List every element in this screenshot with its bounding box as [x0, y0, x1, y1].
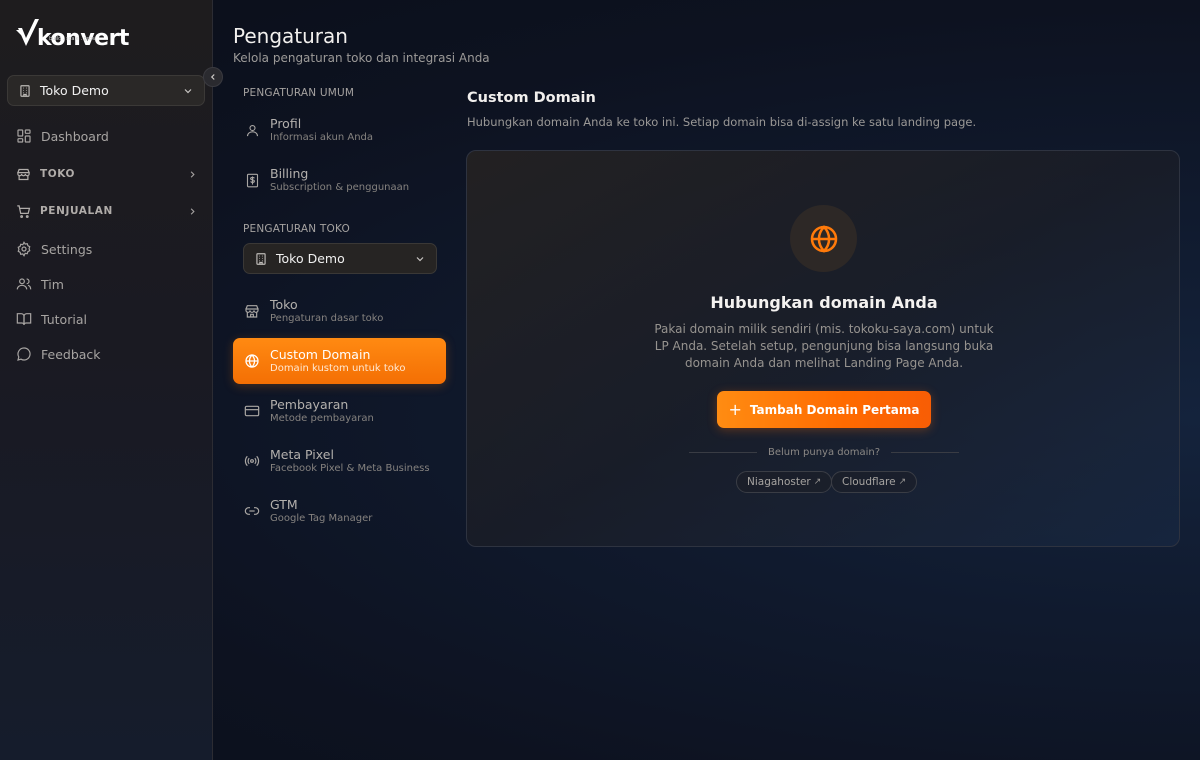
settings-item-title: Pembayaran — [270, 396, 349, 412]
building-icon — [254, 252, 268, 266]
add-first-domain-button[interactable]: + Tambah Domain Pertama — [717, 391, 931, 428]
section-title: Custom Domain — [467, 90, 596, 106]
provider-label: Niagahoster — [747, 476, 811, 488]
empty-state-title: Hubungkan domain Anda — [710, 293, 938, 312]
sidebar: konvert build . scale . grow Toko Demo D… — [0, 0, 213, 760]
sidebar-item-label: Dashboard — [41, 128, 109, 144]
globe-icon — [243, 353, 261, 369]
credit-card-icon — [243, 403, 261, 419]
user-icon — [243, 123, 261, 138]
settings-item-gtm[interactable]: GTM Google Tag Manager — [233, 488, 446, 534]
chevron-right-icon — [187, 206, 198, 217]
sidebar-collapse-button[interactable] — [203, 67, 223, 87]
link-icon — [243, 503, 261, 519]
settings-item-desc: Informasi akun Anda — [270, 131, 374, 143]
sidebar-item-dashboard[interactable]: Dashboard — [16, 126, 198, 146]
book-icon — [16, 311, 32, 327]
page-subtitle: Kelola pengaturan toko dan integrasi And… — [233, 51, 490, 65]
billing-icon — [243, 173, 261, 188]
settings-item-desc: Domain kustom untuk toko — [270, 362, 406, 374]
settings-item-title: Profil — [270, 115, 302, 131]
plus-icon: + — [728, 399, 742, 419]
settings-item-desc: Facebook Pixel & Meta Business — [270, 462, 430, 474]
add-first-domain-label: Tambah Domain Pertama — [749, 402, 920, 417]
external-link-icon: ↗ — [813, 477, 822, 487]
custom-domain-empty-state: Hubungkan domain Anda Pakai domain milik… — [466, 150, 1180, 547]
chevron-left-icon — [208, 72, 218, 82]
divider-line — [689, 452, 757, 453]
sidebar-item-label: Tutorial — [41, 311, 87, 327]
settings-item-title: Toko — [270, 296, 298, 312]
settings-item-title: GTM — [270, 496, 298, 512]
settings-item-title: Custom Domain — [270, 346, 371, 362]
brand-logo[interactable]: konvert — [15, 16, 129, 50]
page-title: Pengaturan — [233, 24, 348, 48]
sidebar-item-tutorial[interactable]: Tutorial — [16, 309, 198, 329]
settings-item-profil[interactable]: Profil Informasi akun Anda — [233, 107, 446, 153]
no-domain-divider: Belum punya domain? — [689, 447, 959, 458]
brand-tagline: build . scale . grow — [49, 36, 96, 42]
sidebar-item-label: Feedback — [41, 346, 101, 362]
settings-item-title: Meta Pixel — [270, 446, 334, 462]
settings-item-desc: Metode pembayaran — [270, 412, 374, 424]
settings-item-desc: Subscription & penggunaan — [270, 181, 410, 193]
chevron-down-icon — [414, 253, 426, 265]
empty-state-description: Pakai domain milik sendiri (mis. tokoku-… — [654, 322, 994, 370]
sidebar-item-label: Tim — [41, 276, 64, 292]
empty-state-icon-wrapper — [790, 205, 857, 272]
sidebar-item-feedback[interactable]: Feedback — [16, 344, 198, 364]
chevron-down-icon — [182, 85, 194, 97]
sidebar-item-label: PENJUALAN — [40, 205, 113, 217]
general-settings-label: PENGATURAN UMUM — [243, 87, 355, 99]
chevron-right-icon — [187, 169, 198, 180]
divider-line — [891, 452, 959, 453]
store-settings-label: PENGATURAN TOKO — [243, 223, 350, 235]
dashboard-icon — [16, 128, 32, 144]
cart-icon — [16, 204, 31, 219]
settings-item-desc: Google Tag Manager — [270, 512, 373, 524]
store-icon — [243, 303, 261, 319]
settings-item-desc: Pengaturan dasar toko — [270, 312, 384, 324]
settings-item-toko[interactable]: Toko Pengaturan dasar toko — [233, 288, 446, 334]
gear-icon — [16, 241, 32, 257]
sidebar-item-penjualan[interactable]: PENJUALAN — [16, 201, 198, 221]
provider-link-niagahoster[interactable]: Niagahoster ↗ — [736, 471, 833, 493]
store-icon — [16, 167, 31, 182]
globe-icon — [808, 223, 840, 255]
settings-item-billing[interactable]: Billing Subscription & penggunaan — [233, 157, 446, 203]
message-icon — [16, 346, 32, 362]
sidebar-item-tim[interactable]: Tim — [16, 274, 198, 294]
settings-item-custom-domain[interactable]: Custom Domain Domain kustom untuk toko — [233, 338, 446, 384]
provider-link-cloudflare[interactable]: Cloudflare ↗ — [831, 471, 918, 493]
external-link-icon: ↗ — [898, 477, 907, 487]
sidebar-item-label: Settings — [41, 241, 93, 257]
sidebar-item-toko[interactable]: TOKO — [16, 164, 198, 184]
settings-store-selector[interactable]: Toko Demo — [243, 243, 437, 274]
sidebar-item-settings[interactable]: Settings — [16, 239, 198, 259]
sidebar-item-label: TOKO — [40, 168, 76, 180]
provider-label: Cloudflare — [842, 476, 896, 488]
settings-item-pembayaran[interactable]: Pembayaran Metode pembayaran — [233, 388, 446, 434]
sidebar-store-name: Toko Demo — [40, 83, 109, 98]
users-icon — [16, 276, 32, 292]
settings-store-name: Toko Demo — [276, 251, 345, 266]
no-domain-text: Belum punya domain? — [767, 447, 881, 458]
settings-item-title: Billing — [270, 165, 309, 181]
settings-item-meta-pixel[interactable]: Meta Pixel Facebook Pixel & Meta Busines… — [233, 438, 446, 484]
section-subtitle: Hubungkan domain Anda ke toko ini. Setia… — [467, 115, 977, 129]
broadcast-icon — [243, 453, 261, 469]
sidebar-store-selector[interactable]: Toko Demo — [7, 75, 205, 106]
building-icon — [18, 84, 32, 98]
